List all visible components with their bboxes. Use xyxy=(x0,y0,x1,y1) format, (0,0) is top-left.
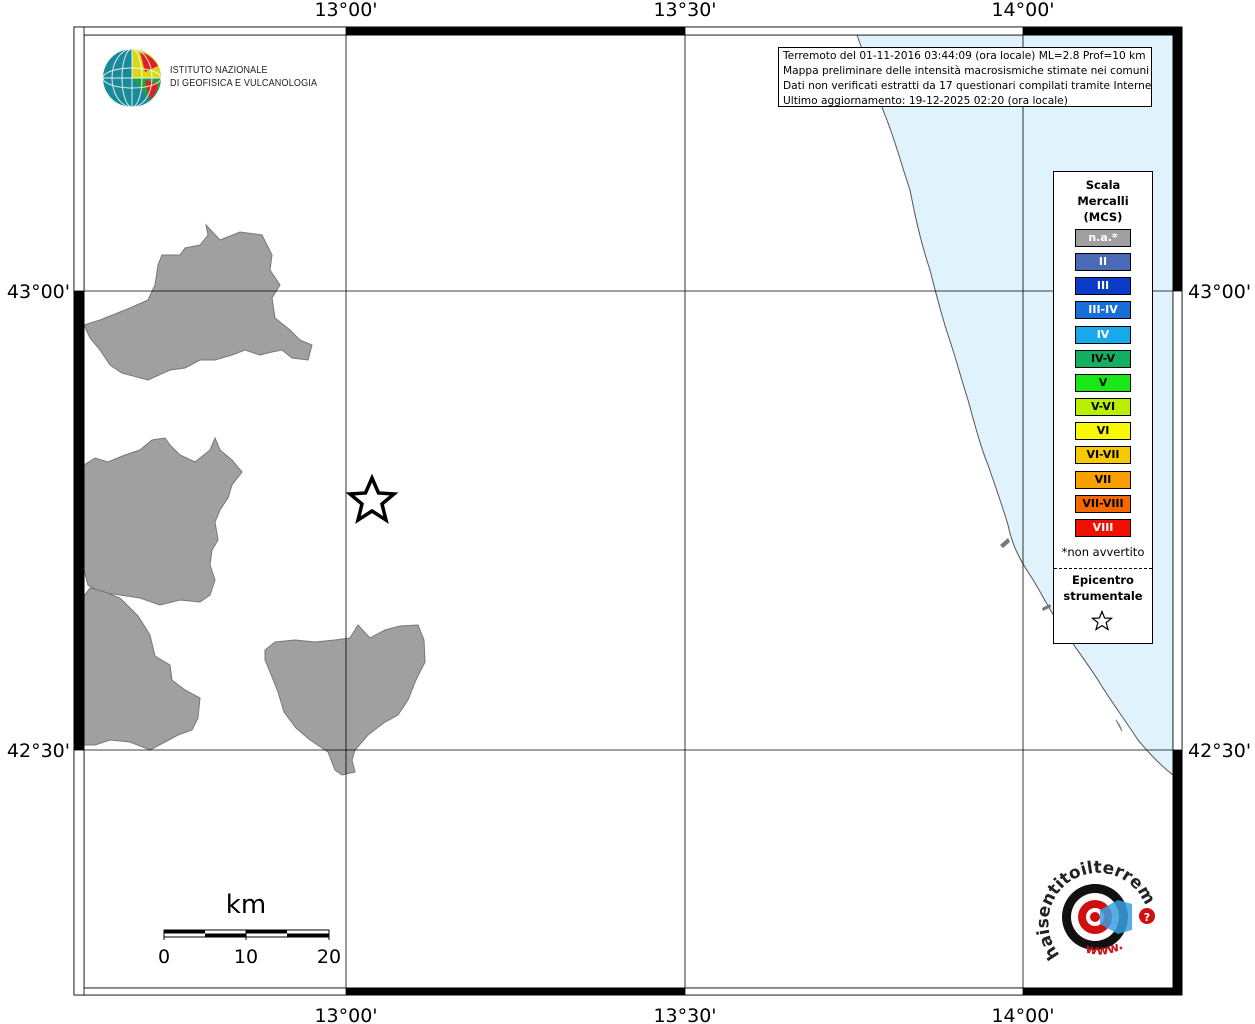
info-map-desc: Mappa preliminare delle intensità macros… xyxy=(783,65,1150,77)
coast-islet xyxy=(1000,538,1010,548)
legend-item: VI xyxy=(1075,422,1131,441)
lat-label: 42°30' xyxy=(1188,740,1251,762)
legend-item: n.a.* xyxy=(1075,229,1131,247)
coast-islet xyxy=(1042,604,1051,611)
lat-label: 43°00' xyxy=(1188,281,1251,303)
legend-star-icon xyxy=(1090,610,1114,631)
info-event: Terremoto del 01-11-2016 03:44:09 (ora l… xyxy=(783,50,1146,62)
legend-title-line: Mercalli xyxy=(1077,194,1129,208)
legend-item: II xyxy=(1075,253,1131,272)
coast-islet xyxy=(1115,719,1123,732)
scale-bar: km 0 10 20 xyxy=(158,890,341,968)
legend-item: VIII xyxy=(1075,518,1131,537)
legend-item: IV-V xyxy=(1075,349,1131,368)
scale-unit: km xyxy=(226,890,266,920)
earthquake-info-box: Terremoto del 01-11-2016 03:44:09 (ora l… xyxy=(778,47,1152,107)
legend-epicenter-line: Epicentro xyxy=(1072,573,1134,587)
legend-item: VI-VII xyxy=(1075,446,1131,465)
legend-title-line: (MCS) xyxy=(1083,210,1123,224)
legend-item: III xyxy=(1075,277,1131,296)
legend-item: V-VI xyxy=(1075,398,1131,417)
legend-item: V xyxy=(1075,373,1131,392)
legend-title: Scala Mercalli (MCS) xyxy=(1054,177,1152,225)
municipality-polygon xyxy=(83,436,243,606)
lat-label: 43°00' xyxy=(7,281,70,303)
svg-text:?: ? xyxy=(1144,911,1150,924)
scale-tick-label: 20 xyxy=(317,946,341,968)
ingv-globe-logo xyxy=(102,48,162,108)
legend-title-line: Scala xyxy=(1085,178,1121,192)
legend-note: *non avvertito xyxy=(1061,545,1145,559)
legend-item: IV xyxy=(1075,325,1131,344)
logo-line: DI GEOFISICA E VULCANOLOGIA xyxy=(170,77,318,89)
scale-tick-label: 10 xyxy=(234,946,258,968)
legend-item: VII-VIII xyxy=(1075,494,1131,513)
info-last-update: Ultimo aggiornamento: 19-12-2025 02:20 (… xyxy=(783,95,1068,107)
legend-divider xyxy=(1054,568,1152,569)
legend-item: III-IV xyxy=(1075,301,1131,320)
ingv-logo-text: ISTITUTO NAZIONALE DI GEOFISICA E VULCAN… xyxy=(170,64,317,90)
lon-label: 13°30' xyxy=(653,0,716,21)
legend-epicenter-line: strumentale xyxy=(1063,589,1143,603)
lon-label: 14°00' xyxy=(991,1005,1054,1024)
lon-label: 13°30' xyxy=(653,1005,716,1024)
legend-epicenter-label: Epicentro strumentale xyxy=(1054,572,1152,604)
lon-label: 13°00' xyxy=(314,0,377,21)
lat-label: 42°30' xyxy=(7,740,70,762)
municipality-polygon xyxy=(83,587,201,751)
municipality-polygon xyxy=(264,624,426,776)
mcs-legend: Scala Mercalli (MCS) n.a.* II III III-IV IV I… xyxy=(1053,171,1153,644)
epicenter-star-icon xyxy=(345,473,399,524)
lon-label: 14°00' xyxy=(991,0,1054,21)
legend-item: VII xyxy=(1075,470,1131,489)
municipality-polygon xyxy=(83,223,313,381)
logo-line: ISTITUTO NAZIONALE xyxy=(170,64,268,76)
info-data-note: Dati non verificati estratti da 17 quest… xyxy=(783,80,1152,92)
scale-tick-label: 0 xyxy=(158,946,170,968)
lon-label: 13°00' xyxy=(314,1005,377,1024)
